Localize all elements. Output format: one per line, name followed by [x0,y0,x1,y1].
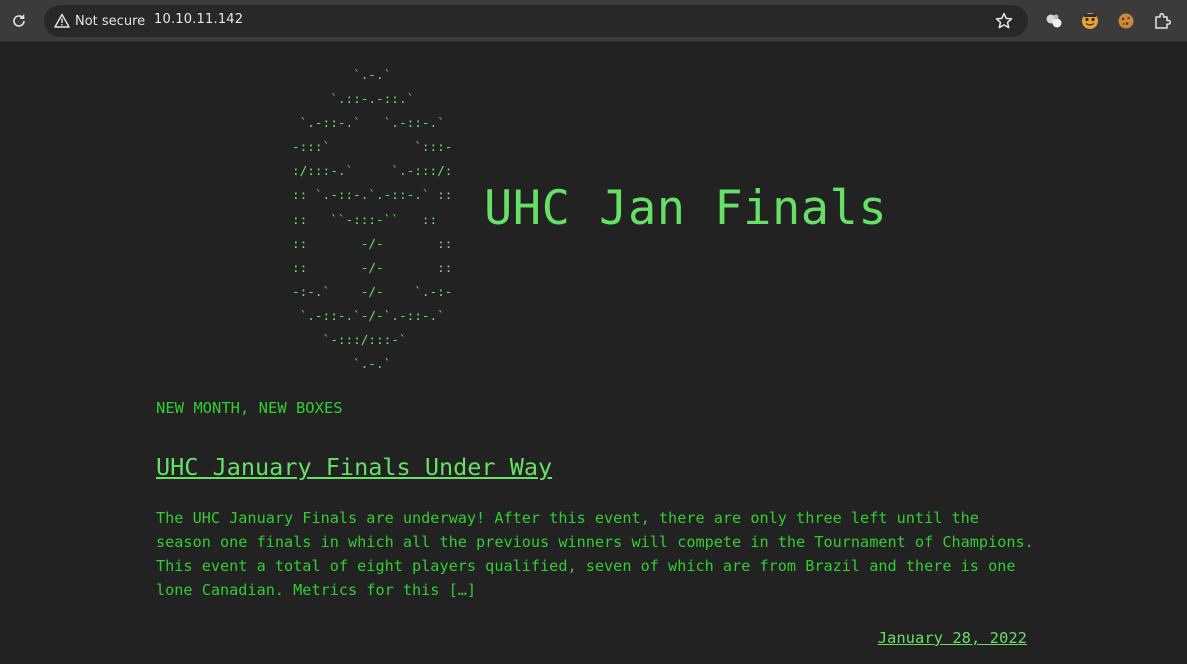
extension-face-icon[interactable] [1080,11,1100,31]
security-label: Not secure [75,13,146,29]
address-bar[interactable]: Not secure 10.10.11.142 [44,5,1028,37]
extensions-puzzle-icon[interactable] [1152,11,1172,31]
post-excerpt: The UHC January Finals are underway! Aft… [156,509,1034,599]
page-content: `.-.` `.::-.-::.` `.-::-.` `.-::-.` -:::… [0,43,1187,664]
extension-cookie-icon[interactable] [1116,11,1136,31]
url-text[interactable]: 10.10.11.142 [154,12,243,27]
site-tagline: NEW MONTH, NEW BOXES [156,399,343,417]
reload-icon[interactable] [8,10,30,32]
bookmark-star-icon[interactable] [994,11,1014,31]
post-date-link[interactable]: January 28, 2022 [878,629,1027,647]
extension-bubbles-icon[interactable] [1044,11,1064,31]
warning-icon [54,13,70,28]
post-title-link[interactable]: UHC January Finals Under Way [156,453,552,481]
security-indicator[interactable]: Not secure [52,11,151,31]
site-title[interactable]: UHC Jan Finals [484,181,887,236]
ascii-art-logo: `.-.` `.::-.-::.` `.-::-.` `.-::-.` -:::… [292,67,453,372]
browser-toolbar: Not secure 10.10.11.142 [0,0,1187,42]
